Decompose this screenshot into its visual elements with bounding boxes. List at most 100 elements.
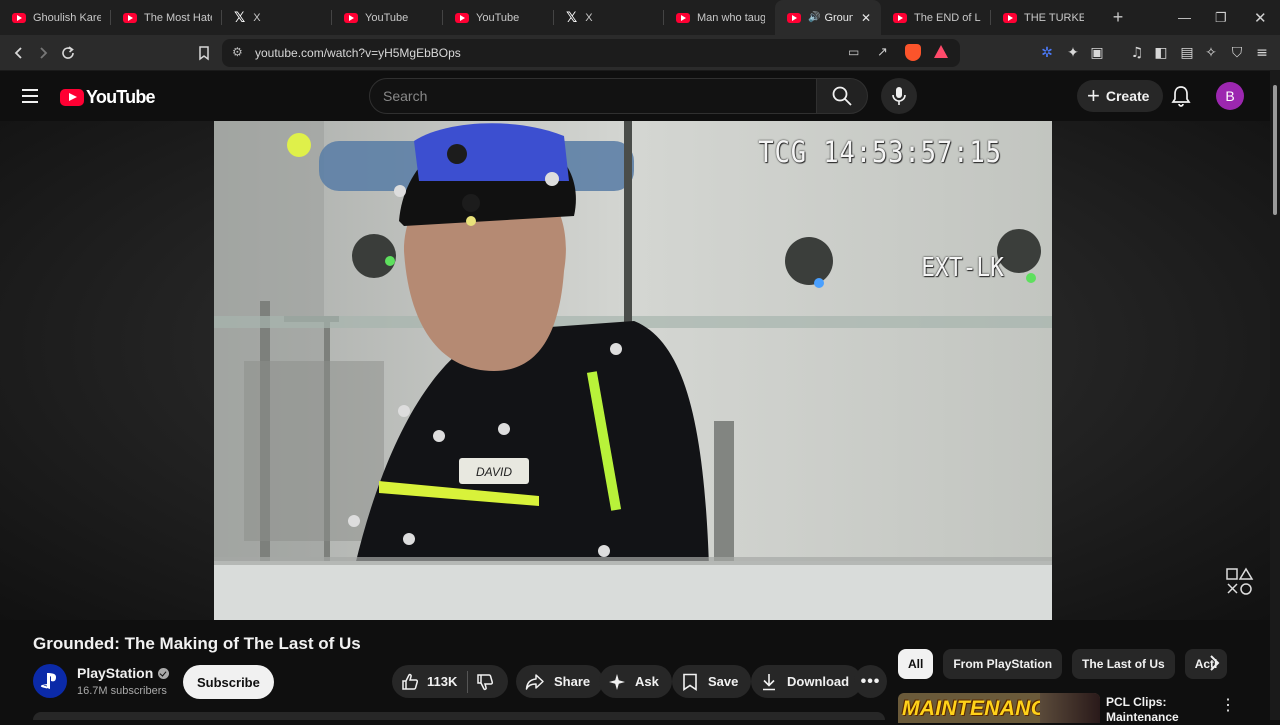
dislike-button[interactable] [476,673,494,691]
bookmark-save-icon [683,673,697,691]
ask-label: Ask [635,674,659,689]
youtube-header: YouTube + Create B [0,71,1270,121]
download-label: Download [787,674,850,689]
channel-name-row[interactable]: PlayStation [77,665,170,681]
menu-icon[interactable]: ≡ [1251,42,1273,64]
youtube-icon [455,12,469,23]
reload-icon[interactable] [57,42,79,64]
related-filter-chips: All From PlayStation The Last of Us Acti [898,649,1238,679]
minimize-icon[interactable]: — [1178,0,1191,35]
tab-label: The Most Hated [144,11,212,24]
like-count: 113K [427,674,458,689]
browser-tab-strip: Ghoulish Karen The Most Hated 𝕏 X YouTub… [0,0,1280,35]
chevron-right-icon[interactable] [1203,652,1225,674]
scrollbar-thumb[interactable] [1273,85,1277,215]
youtube-logo[interactable]: YouTube [60,87,156,108]
subscriber-count: 16.7M subscribers [77,685,167,697]
browser-tab[interactable]: The END of Lok [881,0,991,35]
browser-tab[interactable]: 𝕏 X [222,0,332,35]
chip-from-playstation[interactable]: From PlayStation [943,649,1063,679]
recommended-video-title[interactable]: PCL Clips: Maintenance [1106,695,1206,725]
screenshot-icon[interactable]: ▣ [1086,42,1108,64]
guide-menu-icon[interactable] [22,89,38,103]
address-bar[interactable]: ⚙ youtube.com/watch?v=yH5MgEbBOps ▭ ↗ [222,39,960,67]
share-label: Share [554,674,591,689]
more-actions-button[interactable]: ••• [854,665,887,698]
browser-tab[interactable]: Man who taugh [664,0,775,35]
browser-tab[interactable]: The Most Hated [111,0,222,35]
name-badge: DAVID [476,465,512,479]
ask-button[interactable]: Ask [599,665,672,698]
browser-tab[interactable]: Ghoulish Karen [0,0,111,35]
back-icon[interactable] [8,42,30,64]
chip-all[interactable]: All [898,649,934,679]
channel-name[interactable]: PlayStation [77,665,153,681]
brave-rewards-icon[interactable] [934,45,948,58]
notifications-button[interactable] [1169,84,1193,108]
save-label: Save [708,674,739,689]
close-tab-icon[interactable]: ✕ [861,11,871,25]
site-settings-icon[interactable]: ⚙ [232,45,243,59]
video-frame: DAVID [214,121,1052,620]
youtube-icon [893,12,907,23]
description-box[interactable] [33,712,885,720]
voice-search-button[interactable] [881,78,917,114]
vpn-icon[interactable]: ✲ [1036,42,1058,64]
plus-icon: + [1087,83,1100,108]
share-page-icon[interactable]: ↗ [877,44,888,60]
shield-icon[interactable]: ⛉ [1226,42,1248,64]
like-button[interactable]: 113K [392,673,457,691]
browser-tab[interactable]: 𝕏 X [554,0,664,35]
x-icon: 𝕏 [566,9,578,26]
close-window-icon[interactable]: ✕ [1254,0,1267,35]
chip-the-last-of-us[interactable]: The Last of Us [1072,649,1175,679]
media-icon[interactable]: ♫ [1126,42,1148,64]
wallet-icon[interactable]: ▤ [1176,42,1198,64]
playstation-logo-icon [40,673,56,689]
browser-tab-active[interactable]: 🔊 Groundi ✕ [775,0,881,35]
youtube-icon [787,12,801,23]
browser-tab[interactable]: YouTube [443,0,554,35]
logo-wordmark: YouTube [86,87,156,107]
create-label: Create [1105,88,1150,104]
account-avatar[interactable]: B [1216,82,1244,110]
page-scrollbar[interactable] [1270,71,1280,720]
speaker-icon[interactable]: 🔊 [808,12,820,23]
sidebar-icon[interactable]: ◧ [1150,42,1172,64]
save-button[interactable]: Save [672,665,752,698]
camera-label-overlay: EXT-LK [921,253,1004,283]
recommended-video-thumbnail[interactable]: MAINTENANCE [898,693,1100,723]
tab-label: Ghoulish Karen [33,11,101,24]
verified-icon [158,667,170,679]
channel-avatar[interactable] [33,664,67,698]
address-url[interactable]: youtube.com/watch?v=yH5MgEbBOps [255,46,461,60]
forward-icon[interactable] [32,42,54,64]
restore-icon[interactable]: ❐ [1215,0,1227,35]
more-vertical-icon[interactable]: ⋮ [1220,695,1236,715]
video-player[interactable]: DAVID TCG 14:53:57:15 EXT-LK [214,121,1052,620]
download-icon [763,673,775,690]
youtube-play-icon [60,89,84,106]
thumbs-up-icon [402,673,419,690]
create-button[interactable]: + Create [1077,80,1164,112]
download-button[interactable]: Download [751,665,863,698]
search-button[interactable] [816,78,868,114]
x-icon: 𝕏 [234,9,246,26]
subscribe-button[interactable]: Subscribe [183,665,274,699]
tab-label: YouTube [365,11,409,24]
bookmark-icon[interactable] [193,42,215,64]
extensions-icon[interactable]: ✦ [1062,42,1084,64]
cast-icon[interactable]: ▭ [848,45,859,59]
playstation-watermark-icon [1226,567,1254,595]
bell-icon [1171,86,1191,107]
search-input[interactable] [383,88,803,104]
leo-ai-icon[interactable]: ✧ [1200,42,1222,64]
brave-shields-icon[interactable] [905,44,921,61]
thumbnail-person [1040,693,1100,723]
browser-tab[interactable]: YouTube [332,0,443,35]
browser-tab[interactable]: THE TURKEY TO [991,0,1094,35]
search-icon [832,86,852,106]
youtube-icon [12,12,26,23]
new-tab-icon[interactable]: + [1108,7,1128,28]
share-button[interactable]: Share [516,665,604,698]
